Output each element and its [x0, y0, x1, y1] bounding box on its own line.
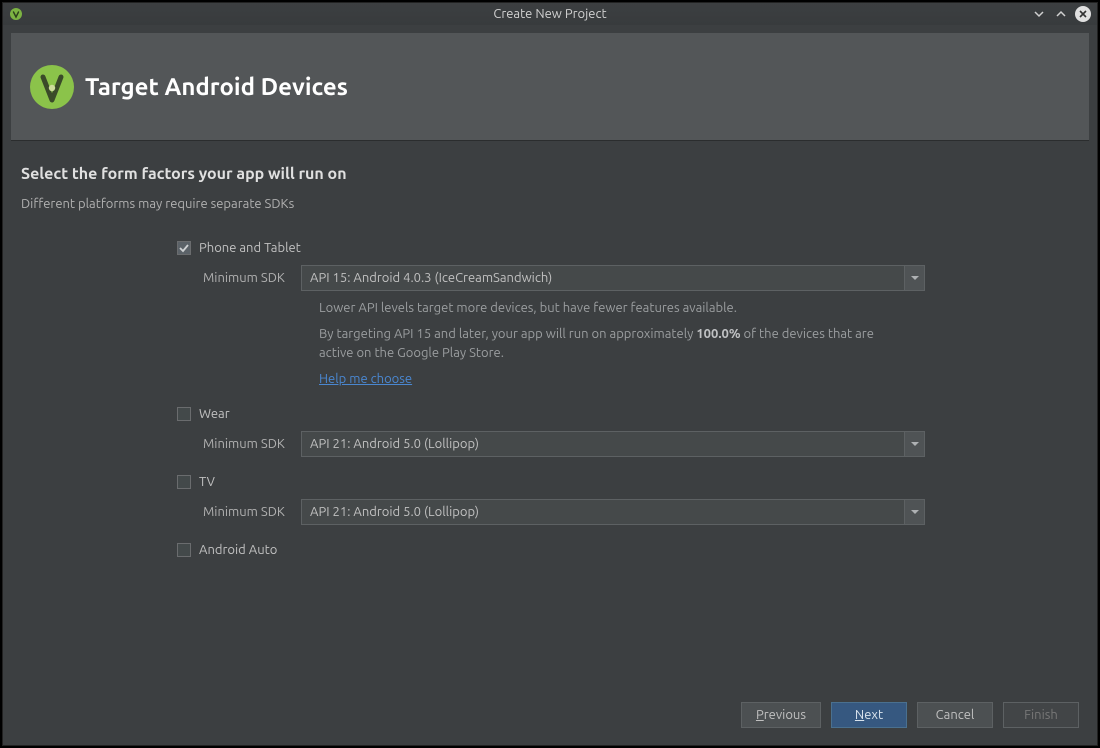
dialog-window: Create New Project — [2, 2, 1098, 746]
checkbox-android-auto-label: Android Auto — [199, 543, 277, 557]
checkbox-tv-label: TV — [199, 475, 215, 489]
phone-sdk-hint-line2: By targeting API 15 and later, your app … — [319, 325, 879, 364]
cancel-button[interactable]: Cancel — [917, 702, 993, 728]
titlebar: Create New Project — [3, 3, 1097, 25]
phone-sdk-hint-line1: Lower API levels target more devices, bu… — [319, 299, 879, 319]
chevron-down-icon[interactable] — [904, 432, 924, 456]
phone-sdk-coverage-pct: 100.0% — [696, 327, 740, 341]
android-studio-icon — [9, 7, 23, 21]
next-button[interactable]: Next — [831, 702, 907, 728]
phone-sdk-label: Minimum SDK — [203, 271, 293, 285]
checkbox-wear[interactable] — [177, 407, 191, 421]
maximize-button[interactable] — [1053, 6, 1069, 22]
phone-sdk-hint: Lower API levels target more devices, bu… — [319, 299, 879, 389]
phone-sdk-value: API 15: Android 4.0.3 (IceCreamSandwich) — [302, 266, 904, 290]
window-title: Create New Project — [3, 7, 1097, 21]
wear-sdk-value: API 21: Android 5.0 (Lollipop) — [302, 432, 904, 456]
wear-sdk-combo[interactable]: API 21: Android 5.0 (Lollipop) — [301, 431, 925, 457]
wizard-title: Target Android Devices — [85, 73, 348, 100]
chevron-down-icon[interactable] — [904, 266, 924, 290]
finish-button: Finish — [1003, 702, 1079, 728]
android-studio-logo-icon — [23, 58, 81, 116]
checkbox-phone-tablet[interactable] — [177, 241, 191, 255]
section-subtitle: Different platforms may require separate… — [21, 197, 1079, 211]
tv-sdk-combo[interactable]: API 21: Android 5.0 (Lollipop) — [301, 499, 925, 525]
phone-sdk-combo[interactable]: API 15: Android 4.0.3 (IceCreamSandwich) — [301, 265, 925, 291]
tv-sdk-value: API 21: Android 5.0 (Lollipop) — [302, 500, 904, 524]
previous-button[interactable]: Previous — [741, 702, 821, 728]
wizard-footer: Previous Next Cancel Finish — [3, 695, 1097, 745]
section-heading: Select the form factors your app will ru… — [21, 165, 1079, 183]
wizard-banner: Target Android Devices — [11, 33, 1089, 141]
tv-sdk-label: Minimum SDK — [203, 505, 293, 519]
checkbox-wear-label: Wear — [199, 407, 230, 421]
wizard-content: Select the form factors your app will ru… — [3, 141, 1097, 695]
checkbox-android-auto[interactable] — [177, 543, 191, 557]
help-me-choose-link[interactable]: Help me choose — [319, 372, 412, 386]
minimize-button[interactable] — [1031, 6, 1047, 22]
checkbox-phone-tablet-label: Phone and Tablet — [199, 241, 301, 255]
wear-sdk-label: Minimum SDK — [203, 437, 293, 451]
checkbox-tv[interactable] — [177, 475, 191, 489]
chevron-down-icon[interactable] — [904, 500, 924, 524]
close-button[interactable] — [1075, 6, 1091, 22]
